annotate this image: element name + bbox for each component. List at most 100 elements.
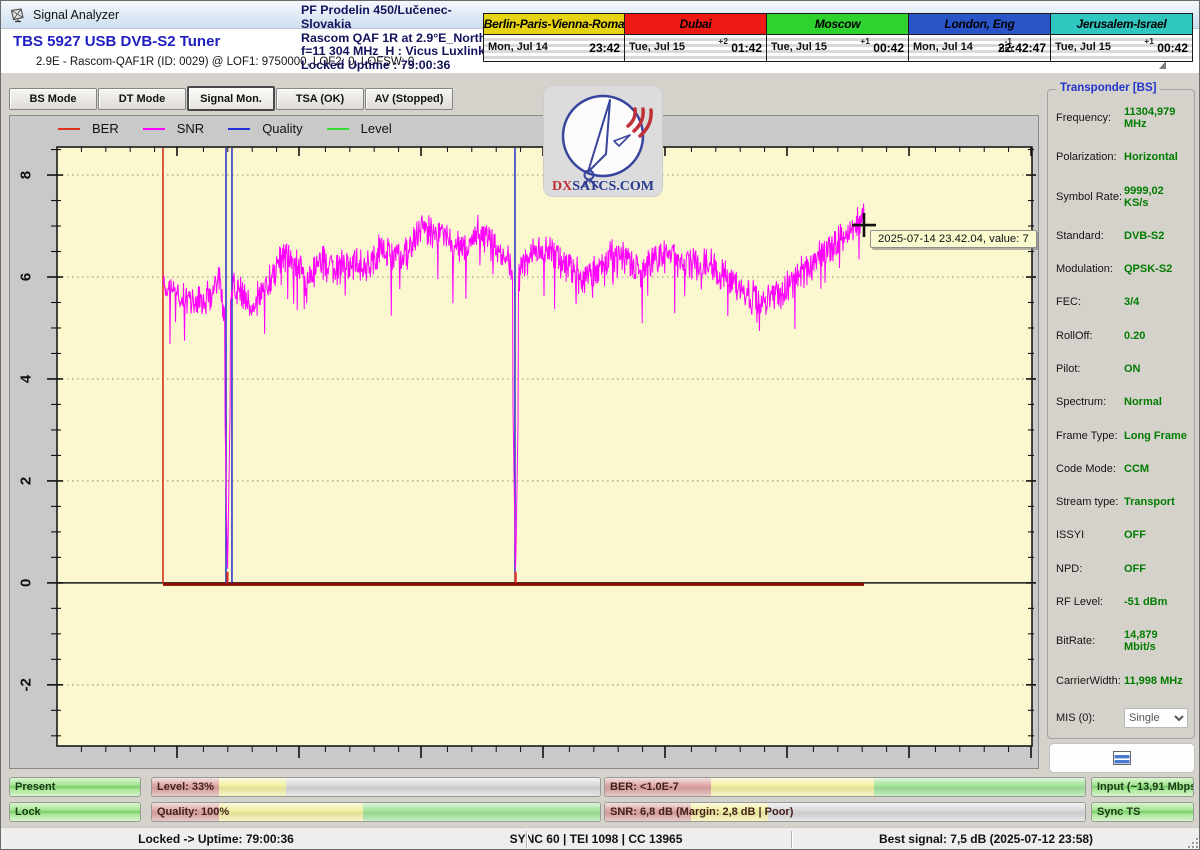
signal-analyzer-window: Signal Analyzer □ ✕ TBS 5927 USB DVB-S2 … xyxy=(0,0,1200,850)
input-indicator: Input (~13,91 Mbps) xyxy=(1091,777,1194,797)
tuner-title: TBS 5927 USB DVB-S2 Tuner xyxy=(13,33,220,50)
site-line-4: Locked Uptime : 79:00:36 xyxy=(301,59,496,73)
transponder-label: RollOff: xyxy=(1056,330,1124,342)
y-tick-label: -2 xyxy=(18,678,35,691)
transponder-value: 9999,02 KS/s xyxy=(1124,185,1188,209)
clock-time-panel: Tue, Jul 15+100:42 xyxy=(767,35,908,61)
transponder-row: Standard:DVB-S2 xyxy=(1056,230,1188,242)
signal-chart[interactable]: -2 0 2 4 6 8 xyxy=(10,116,1040,770)
window-title: Signal Analyzer xyxy=(33,8,119,22)
site-info-block: PF Prodelin 450/Lučenec-Slovakia Rascom … xyxy=(301,4,496,73)
clock-berlin-paris-vienna-roma: Berlin-Paris-Vienna-RomaMon, Jul 1423:42 xyxy=(483,13,625,62)
lock-label: Lock xyxy=(15,806,41,818)
level-label: Level: 33% xyxy=(157,781,214,793)
transponder-row: Frequency:11304,979 MHz xyxy=(1056,106,1188,130)
mis-label: MIS (0): xyxy=(1056,712,1124,724)
transponder-row: NPD:OFF xyxy=(1056,563,1188,575)
clock-date: Mon, Jul 14 xyxy=(913,41,973,53)
y-tick-label: 8 xyxy=(18,171,35,179)
tab-dt-mode[interactable]: DT Mode xyxy=(98,88,186,110)
quality-label: Quality: 100% xyxy=(157,806,229,818)
level-meter: Level: 33% xyxy=(151,777,601,797)
transponder-value: DVB-S2 xyxy=(1124,230,1164,242)
clock-utc-offset: +1 xyxy=(1144,36,1154,46)
ts-details-button[interactable] xyxy=(1049,743,1195,773)
clock-time: 22:42:47 xyxy=(998,41,1046,55)
ber-meter: BER: <1.0E-7 xyxy=(604,777,1086,797)
clock-city-label: London, Eng xyxy=(909,14,1050,35)
transponder-row: ISSYIOFF xyxy=(1056,529,1188,541)
transponder-label: NPD: xyxy=(1056,563,1124,575)
ber-label: BER: <1.0E-7 xyxy=(610,781,679,793)
input-label: Input (~13,91 Mbps) xyxy=(1097,781,1194,793)
clock-city-label: Jerusalem-Israel xyxy=(1051,14,1192,35)
meter-gloss xyxy=(152,778,600,796)
clock-time-panel: Tue, Jul 15+201:42 xyxy=(625,35,766,61)
clock-time: 23:42 xyxy=(589,41,620,55)
transponder-row: Spectrum:Normal xyxy=(1056,396,1188,408)
transponder-value: -51 dBm xyxy=(1124,596,1167,608)
transponder-label: Stream type: xyxy=(1056,496,1124,508)
transponder-label: RF Level: xyxy=(1056,596,1124,608)
clock-time: 00:42 xyxy=(1157,41,1188,55)
clock-date: Tue, Jul 15 xyxy=(1055,41,1111,53)
clock-time-panel: Mon, Jul 1423:42 xyxy=(484,35,624,61)
chart-legend: BERSNRQualityLevel xyxy=(58,121,392,136)
snr-meter: SNR: 6,8 dB (Margin: 2,8 dB | Poor) xyxy=(604,802,1086,822)
transponder-value: 0.20 xyxy=(1124,330,1145,342)
y-tick-label: 0 xyxy=(18,579,35,587)
status-separator xyxy=(526,831,527,848)
clock-time-panel: Mon, Jul 14-1DST22:42:47 xyxy=(909,35,1050,61)
transponder-label: ISSYI xyxy=(1056,529,1124,541)
transponder-label: Spectrum: xyxy=(1056,396,1124,408)
transponder-value: ON xyxy=(1124,363,1141,375)
tab-av-stopped-[interactable]: AV (Stopped) xyxy=(365,88,453,110)
mis-select[interactable]: Single xyxy=(1124,708,1188,728)
tab-signal-mon-[interactable]: Signal Mon. xyxy=(187,86,275,111)
tab-tsa-ok-[interactable]: TSA (OK) xyxy=(276,88,364,110)
clock-city-label: Dubai xyxy=(625,14,766,35)
transponder-row: Stream type:Transport xyxy=(1056,496,1188,508)
transponder-value: 11,998 MHz xyxy=(1124,675,1183,687)
transponder-row: CarrierWidth:11,998 MHz xyxy=(1056,675,1188,687)
clock-jerusalem-israel: Jerusalem-Israel Tue, Jul 15 +100:42 xyxy=(1051,13,1193,62)
present-indicator: Present xyxy=(9,777,141,797)
clock-utc-offset: +2 xyxy=(718,36,728,46)
site-line-2: Rascom QAF 1R at 2.9°E_North xyxy=(301,32,496,46)
status-bar: Locked -> Uptime: 79:00:36 SYNC 60 | TEI… xyxy=(1,827,1200,850)
clock-time: 01:42 xyxy=(731,41,762,55)
transponder-label: Modulation: xyxy=(1056,263,1124,275)
y-tick-label: 6 xyxy=(18,273,35,281)
transponder-row: FEC:3/4 xyxy=(1056,296,1188,308)
clock-moscow: MoscowTue, Jul 15+100:42 xyxy=(767,13,909,62)
y-tick-label: 2 xyxy=(18,477,35,485)
transponder-value: OFF xyxy=(1124,529,1146,541)
transponder-value: 14,879 Mbit/s xyxy=(1124,629,1188,653)
clock-time: 00:42 xyxy=(873,41,904,55)
legend-swatch xyxy=(228,128,250,130)
transponder-value: Long Frame xyxy=(1124,430,1187,442)
legend-item-level: Level xyxy=(327,121,392,136)
dxsatcs-watermark: DXSATCS.COM xyxy=(543,85,663,197)
tab-bs-mode[interactable]: BS Mode xyxy=(9,88,97,110)
y-tick-label: 4 xyxy=(18,374,35,383)
signal-chart-panel: BERSNRQualityLevel -2 0 2 4 6 8 xyxy=(9,115,1039,769)
site-line-3: f=11 304 MHz_H : Vicus Luxlink xyxy=(301,45,496,59)
clock-resize-artifact xyxy=(1159,61,1166,69)
ts-table-icon xyxy=(1113,751,1131,765)
resize-grip[interactable] xyxy=(1186,836,1198,848)
transponder-value: QPSK-S2 xyxy=(1124,263,1172,275)
transponder-label: Pilot: xyxy=(1056,363,1124,375)
legend-label: Level xyxy=(361,121,392,136)
status-best-signal: Best signal: 7,5 dB (2025-07-12 23:58) xyxy=(879,832,1093,846)
status-uptime: Locked -> Uptime: 79:00:36 xyxy=(138,832,294,846)
legend-item-snr: SNR xyxy=(143,121,204,136)
transponder-label: Frequency: xyxy=(1056,112,1124,124)
clock-city-label: Moscow xyxy=(767,14,908,35)
clock-date: Tue, Jul 15 xyxy=(771,41,827,53)
transponder-value: Transport xyxy=(1124,496,1175,508)
legend-swatch xyxy=(327,128,349,130)
transponder-row: Pilot:ON xyxy=(1056,363,1188,375)
transponder-row: RollOff:0.20 xyxy=(1056,330,1188,342)
status-separator xyxy=(791,831,792,848)
